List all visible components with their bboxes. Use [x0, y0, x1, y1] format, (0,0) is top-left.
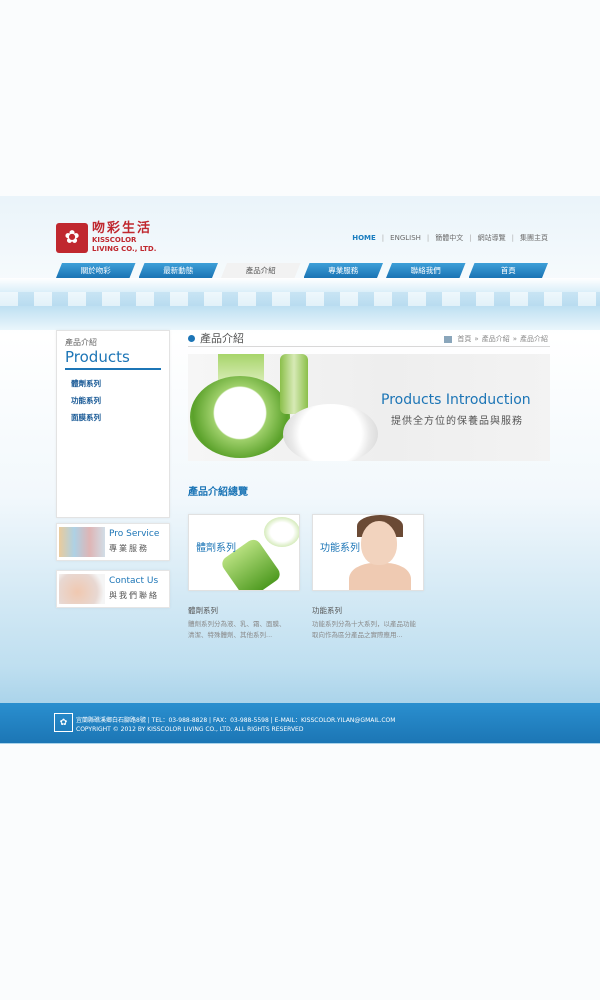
product-description: 體劑系列分為液、乳、霜、面膜、 清潔、特殊體劑、其他系列...	[188, 619, 298, 641]
product-title[interactable]: 功能系列	[312, 605, 422, 616]
products-banner: Products Introduction 提供全方位的保養品與服務	[188, 354, 550, 461]
top-link-home[interactable]: HOME	[352, 234, 376, 242]
top-link-group-home[interactable]: 集團主頁	[520, 233, 548, 243]
nav-item-services[interactable]: 專業服務	[304, 263, 384, 278]
model-face-image	[361, 521, 397, 565]
nav-item-home[interactable]: 首頁	[469, 263, 549, 278]
footer: ✿ 宜蘭縣礁溪鄉白石腳路8號 | TEL：03-988-8828 | FAX：0…	[0, 703, 600, 743]
breadcrumb-separator: »	[512, 335, 517, 343]
banner-subtitle-cn: 提供全方位的保養品與服務	[391, 416, 523, 427]
logo-flower-icon: ✿	[56, 222, 88, 253]
nav-item-products[interactable]: 產品介紹	[221, 263, 301, 278]
banner-title-en: Products Introduction	[381, 392, 531, 408]
breadcrumb-separator: »	[474, 335, 479, 343]
product-thumbnail[interactable]: 體劑系列	[188, 514, 300, 591]
contact-us-card[interactable]: Contact Us 與我們聯絡	[56, 570, 170, 608]
breadcrumb: 首頁 » 產品介紹 » 產品介紹	[444, 334, 548, 344]
top-link-sitemap[interactable]: 網站導覽	[478, 233, 506, 243]
separator: |	[381, 234, 385, 242]
sidebar-item-body-series[interactable]: 體劑系列	[71, 378, 169, 389]
sidebar-title: Products	[65, 348, 130, 366]
top-link-simplified-chinese[interactable]: 簡體中文	[435, 233, 463, 243]
contact-us-image	[59, 574, 105, 604]
product-thumb-label: 體劑系列	[196, 543, 236, 554]
banner-cream-jar-image	[190, 376, 290, 458]
product-desc-line2: 取向作為區分產品之實際應用...	[312, 631, 403, 639]
footer-logo-icon: ✿	[54, 713, 73, 732]
banner-white-cream-image	[283, 404, 378, 461]
contact-us-en: Contact Us	[109, 576, 159, 586]
nav-item-news[interactable]: 最新動態	[139, 263, 219, 278]
breadcrumb-current: 產品介紹	[520, 335, 548, 343]
product-desc-line1: 體劑系列分為液、乳、霜、面膜、	[188, 620, 286, 628]
page-title: 產品介紹	[188, 330, 244, 346]
banner-bottle-image	[280, 354, 308, 414]
sidebar: 產品介紹 Products 體劑系列 功能系列 面膜系列	[56, 330, 170, 518]
nav-item-about[interactable]: 關於吻彩	[56, 263, 136, 278]
separator: |	[426, 234, 430, 242]
pro-service-en: Pro Service	[109, 529, 160, 539]
product-card-functional-series[interactable]: 功能系列 功能系列 功能系列分為十大系列，以產品功能 取向作為區分產品之實際應用…	[312, 514, 424, 641]
top-link-english[interactable]: ENGLISH	[390, 234, 421, 242]
bullet-icon	[188, 334, 195, 342]
breadcrumb-home[interactable]: 首頁	[457, 334, 471, 344]
logo-english-line1: KISSCOLOR	[92, 236, 137, 244]
footer-copyright: COPYRIGHT © 2012 BY KISSCOLOR LIVING CO.…	[76, 726, 304, 733]
page-title-text: 產品介紹	[200, 332, 244, 345]
sidebar-small-label: 產品介紹	[65, 338, 97, 347]
contact-us-cn: 與我們聯絡	[109, 591, 159, 600]
overview-heading: 產品介紹總覽	[188, 487, 248, 498]
product-description: 功能系列分為十大系列，以產品功能 取向作為區分產品之實際應用...	[312, 619, 422, 641]
pro-service-image	[59, 527, 105, 557]
sidebar-divider	[65, 368, 161, 370]
product-desc-line2: 清潔、特殊體劑、其他系列...	[188, 631, 273, 639]
home-icon	[444, 335, 453, 343]
product-cream-image	[264, 517, 299, 547]
title-divider	[188, 346, 550, 347]
nav-item-contact[interactable]: 聯絡我們	[386, 263, 466, 278]
company-logo[interactable]: ✿ 吻彩生活 KISSCOLOR LIVING CO., LTD.	[56, 222, 156, 253]
product-title[interactable]: 體劑系列	[188, 605, 298, 616]
product-thumbnail[interactable]: 功能系列	[312, 514, 424, 591]
separator: |	[469, 234, 472, 242]
product-thumb-label: 功能系列	[320, 543, 360, 554]
pro-service-cn: 專業服務	[109, 544, 149, 553]
breadcrumb-products[interactable]: 產品介紹	[482, 334, 510, 344]
separator: |	[511, 234, 514, 242]
pro-service-card[interactable]: Pro Service 專業服務	[56, 523, 170, 561]
sidebar-list: 體劑系列 功能系列 面膜系列	[71, 378, 169, 423]
top-links: HOME | ENGLISH | 簡體中文 | 網站導覽 | 集團主頁	[352, 233, 548, 243]
footer-contact-info: 宜蘭縣礁溪鄉白石腳路8號 | TEL：03-988-8828 | FAX：03-…	[76, 717, 396, 724]
model-shoulders-image	[349, 563, 411, 590]
logo-text: 吻彩生活 KISSCOLOR LIVING CO., LTD.	[92, 222, 156, 253]
sidebar-item-functional-series[interactable]: 功能系列	[71, 395, 169, 406]
main-nav: 關於吻彩 最新動態 產品介紹 專業服務 聯絡我們 首頁	[56, 263, 548, 278]
logo-chinese-name: 吻彩生活	[92, 221, 153, 236]
water-wave-band	[0, 278, 600, 330]
product-card-body-series[interactable]: 體劑系列 體劑系列 體劑系列分為液、乳、霜、面膜、 清潔、特殊體劑、其他系列..…	[188, 514, 300, 641]
sidebar-item-mask-series[interactable]: 面膜系列	[71, 412, 169, 423]
product-desc-line1: 功能系列分為十大系列，以產品功能	[312, 620, 416, 628]
logo-english-line2: LIVING CO., LTD.	[92, 245, 157, 253]
